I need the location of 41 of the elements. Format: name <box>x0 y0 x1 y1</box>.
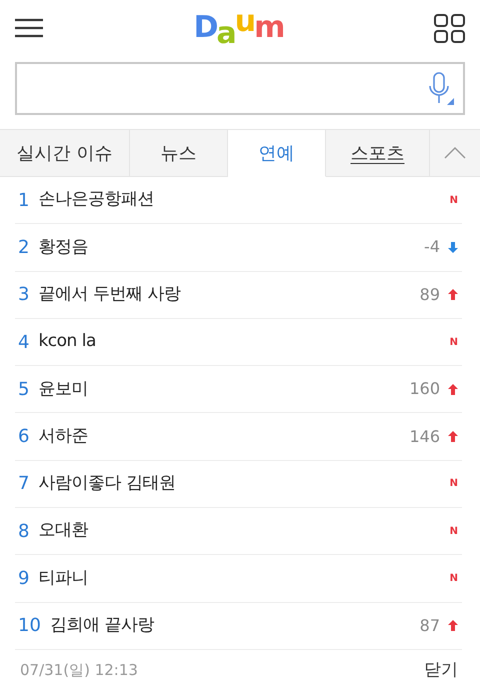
new-label: N <box>450 572 458 586</box>
rank-number: 3 <box>18 283 30 308</box>
trending-keyword-link[interactable]: 윤보미 <box>38 376 88 402</box>
trending-keyword-link[interactable]: 오대환 <box>38 518 88 544</box>
trending-keyword-link[interactable]: 사람이좋다 김태원 <box>38 471 176 497</box>
trending-keyword-link[interactable]: kcon la <box>38 329 96 355</box>
new-label: N <box>450 524 458 539</box>
rank-number: 4 <box>18 330 30 355</box>
rank-number: 5 <box>18 378 30 402</box>
rank-number: 1 <box>18 188 30 213</box>
trending-keyword-link[interactable]: 손나은공항패션 <box>38 187 154 213</box>
trending-keyword-link[interactable]: 끝에서 두번째 사랑 <box>38 282 180 308</box>
rank-number: 9 <box>18 567 30 592</box>
rank-change: -4 <box>424 236 440 258</box>
rank-number: 6 <box>18 425 30 450</box>
logo[interactable]: Daum <box>194 13 284 43</box>
chevron-up-icon <box>444 147 466 159</box>
trending-keyword-link[interactable]: 황정음 <box>38 234 88 260</box>
close-link[interactable]: 닫기 <box>424 658 458 684</box>
rank-number: 8 <box>18 520 30 544</box>
trending-keyword-link[interactable]: 서하준 <box>38 424 88 450</box>
trending-keyword-link[interactable]: 티파니 <box>38 566 88 592</box>
new-label: N <box>450 477 458 492</box>
new-label: N <box>450 336 458 350</box>
rank-number: 2 <box>18 236 30 260</box>
rank-number: 10 <box>18 614 41 638</box>
category-tab[interactable]: 실시간 이슈 <box>0 130 130 176</box>
menu-icon[interactable] <box>15 18 43 38</box>
rank-change: 160 <box>409 378 440 400</box>
rank-change: 87 <box>420 614 440 637</box>
microphone-icon[interactable] <box>427 72 455 106</box>
category-tab[interactable]: 연예 <box>228 130 326 177</box>
apps-grid-icon[interactable] <box>434 14 465 42</box>
category-tab[interactable]: 스포츠 <box>326 130 430 176</box>
trending-keyword-link[interactable]: 김희애 끝사랑 <box>50 613 154 639</box>
rank-change: 89 <box>420 284 440 306</box>
rank-change: 146 <box>409 426 440 448</box>
search-field[interactable] <box>15 62 465 115</box>
timestamp: 07/31(일) 12:13 <box>20 660 138 682</box>
rank-number: 7 <box>18 472 30 496</box>
new-label: N <box>450 194 458 208</box>
